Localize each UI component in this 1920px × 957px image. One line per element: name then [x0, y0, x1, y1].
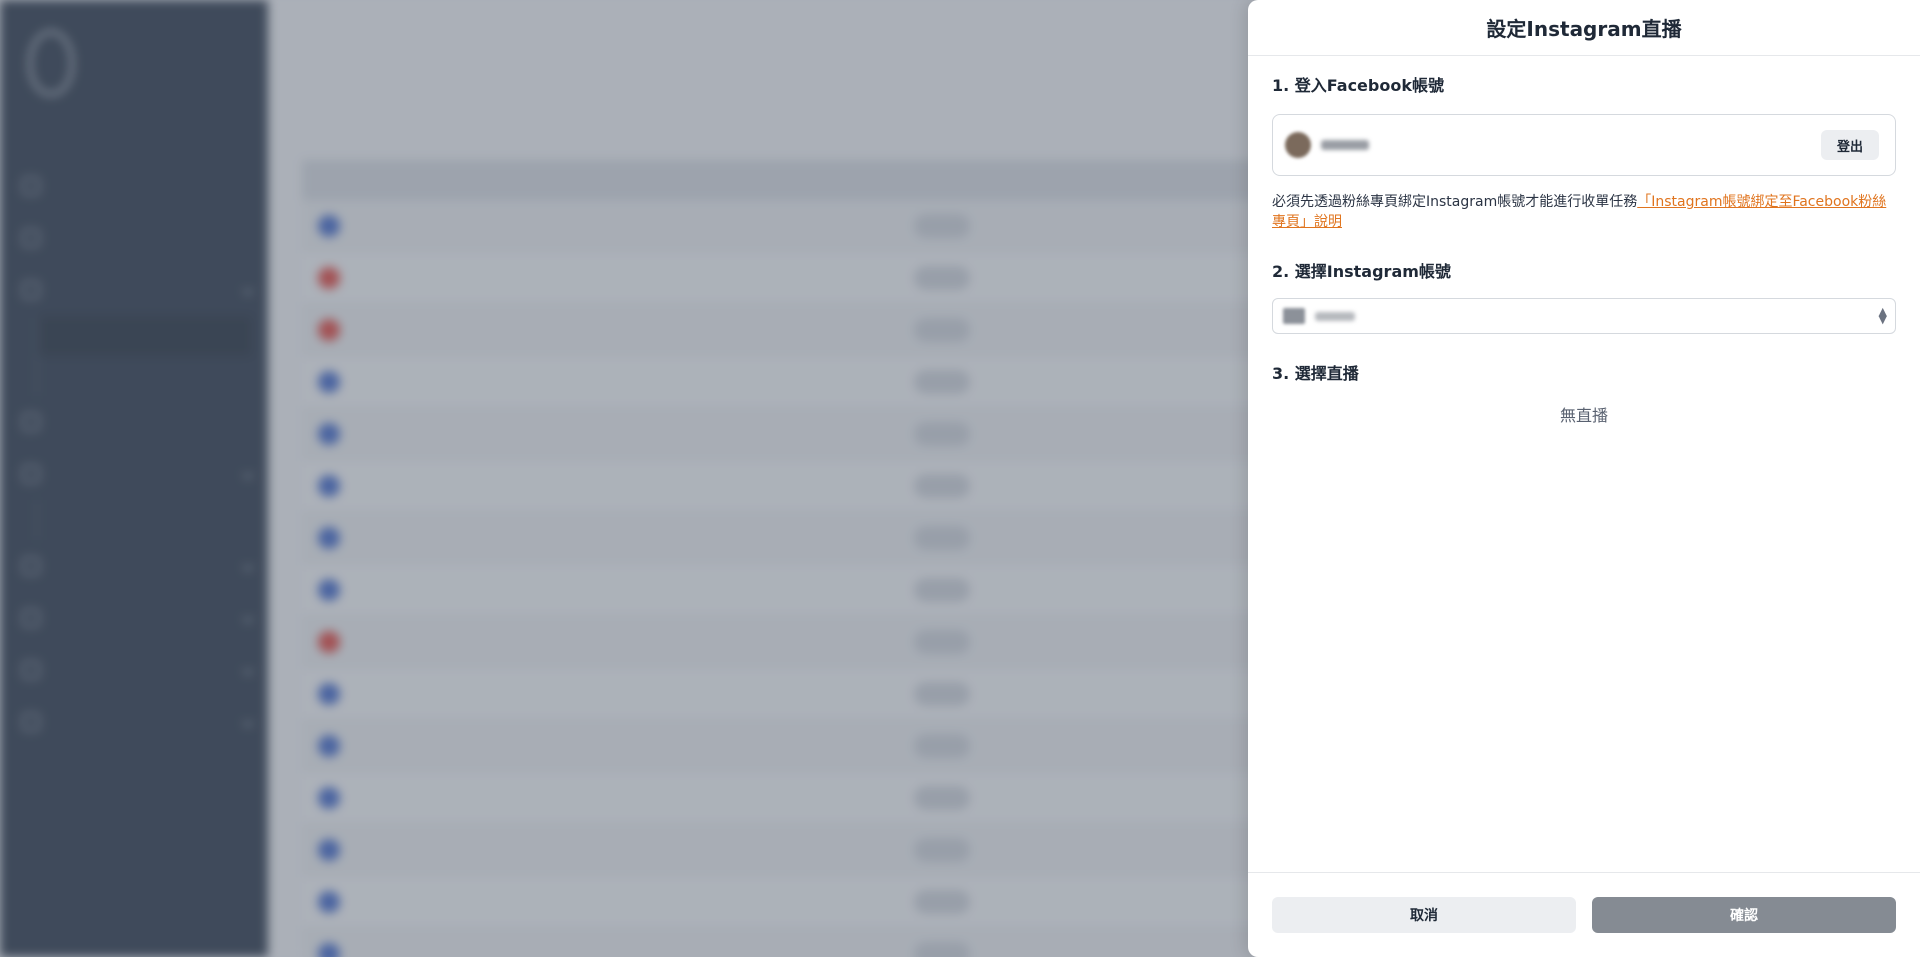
facebook-account-box: 登出 [1272, 114, 1896, 176]
step-select-instagram: 2. 選擇Instagram帳號 [1272, 262, 1451, 281]
chevron-up-down-icon: ▲ ▼ [1878, 305, 1887, 326]
instagram-live-drawer: 設定Instagram直播 1. 登入Facebook帳號 登出 必須先透過粉絲… [1248, 0, 1920, 957]
confirm-button[interactable]: 確認 [1592, 897, 1896, 933]
step-select-live: 3. 選擇直播 [1272, 364, 1359, 383]
cancel-button[interactable]: 取消 [1272, 897, 1576, 933]
drawer-body: 1. 登入Facebook帳號 登出 必須先透過粉絲專頁綁定Instagram帳… [1248, 56, 1920, 426]
empty-live-message: 無直播 [1559, 406, 1608, 425]
account-name [1321, 140, 1369, 150]
notice-text: 必須先透過粉絲專頁綁定Instagram帳號才能進行收單任務 [1272, 194, 1638, 210]
account-thumbnail [1283, 308, 1305, 324]
avatar [1285, 132, 1311, 158]
instagram-account-select[interactable]: ▲ ▼ [1272, 298, 1896, 334]
drawer-title: 設定Instagram直播 [1486, 17, 1682, 41]
binding-notice: 必須先透過粉絲專頁綁定Instagram帳號才能進行收單任務「Instagram… [1272, 192, 1896, 232]
logout-button[interactable]: 登出 [1820, 130, 1879, 160]
drawer-header: 設定Instagram直播 [1248, 0, 1920, 56]
selected-account [1315, 311, 1355, 321]
step-login-facebook: 1. 登入Facebook帳號 [1272, 76, 1444, 95]
drawer-footer: 取消 確認 [1248, 872, 1920, 957]
